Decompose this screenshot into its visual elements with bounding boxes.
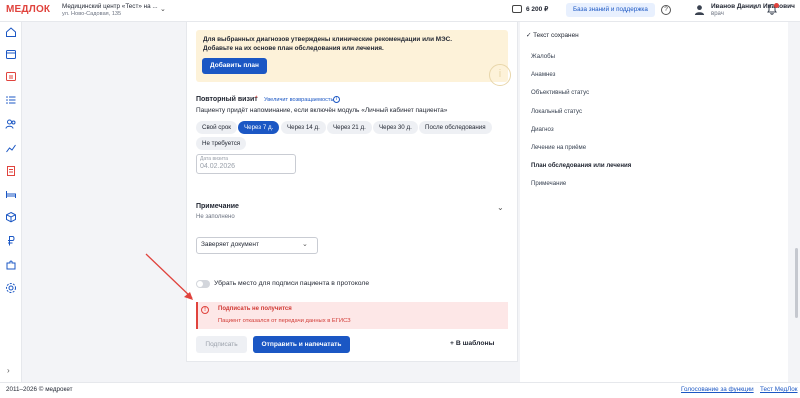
revisit-option-after-exam[interactable]: После обследования bbox=[419, 121, 492, 134]
ruble-icon[interactable] bbox=[5, 235, 17, 247]
analytics-icon[interactable] bbox=[5, 142, 17, 154]
page-scrollbar[interactable] bbox=[795, 248, 798, 318]
user-menu-chevron-icon[interactable]: ⌄ bbox=[752, 4, 757, 11]
documents-icon[interactable] bbox=[5, 165, 17, 177]
revisit-option-not-required[interactable]: Не требуется bbox=[196, 137, 247, 150]
increase-return-link[interactable]: Увеличит возвращаемость bbox=[264, 97, 333, 103]
sign-button[interactable]: Подписать bbox=[196, 336, 247, 353]
schedule-icon[interactable] bbox=[5, 70, 17, 82]
add-plan-button[interactable]: Добавить план bbox=[202, 58, 267, 74]
clinic-name[interactable]: Медицинский центр «Тест» на ... bbox=[62, 3, 158, 10]
patients-icon[interactable] bbox=[5, 118, 17, 130]
tasks-icon[interactable] bbox=[5, 94, 17, 106]
footer-copyright: 2011–2026 © медрокет bbox=[6, 386, 73, 393]
banner-text: Для выбранных диагнозов утверждены клини… bbox=[203, 36, 453, 52]
box-icon[interactable] bbox=[5, 211, 17, 223]
note-status: Не заполнено bbox=[196, 214, 235, 220]
revisit-description: Пациенту придёт напоминание, если включё… bbox=[196, 107, 448, 114]
test-medlok-link[interactable]: Тест МедЛок bbox=[760, 386, 798, 393]
visit-date-label: Дата визита bbox=[200, 156, 229, 162]
nav-note[interactable]: Примечание bbox=[531, 180, 566, 187]
note-title[interactable]: Примечание bbox=[196, 203, 239, 210]
clinic-chevron-down-icon[interactable]: ⌄ bbox=[160, 5, 166, 13]
nav-local-status[interactable]: Локальный статус bbox=[531, 108, 582, 115]
knowledge-base-button[interactable]: База знаний и поддержка bbox=[566, 3, 655, 17]
home-icon[interactable] bbox=[5, 26, 17, 38]
info-icon[interactable]: i bbox=[333, 96, 340, 103]
settings-puzzle-icon[interactable] bbox=[5, 259, 17, 271]
nav-objective-status[interactable]: Объективный статус bbox=[531, 89, 589, 96]
nav-exam-plan[interactable]: План обследования или лечения bbox=[531, 162, 631, 169]
help-icon[interactable]: ? bbox=[661, 5, 671, 15]
user-avatar-icon[interactable] bbox=[694, 4, 705, 15]
visit-date-value[interactable]: 04.02.2026 bbox=[200, 163, 235, 170]
remove-signature-label[interactable]: Убрать место для подписи пациента в прот… bbox=[214, 280, 369, 287]
send-and-print-button[interactable]: Отправить и напечатать bbox=[253, 336, 350, 353]
notification-badge bbox=[774, 3, 779, 8]
sidebar-expand-icon[interactable]: › bbox=[7, 366, 10, 375]
nav-diagnosis[interactable]: Диагноз bbox=[531, 126, 554, 133]
gear-icon[interactable] bbox=[5, 282, 17, 294]
vote-features-link[interactable]: Голосование за функции bbox=[681, 386, 754, 393]
bed-icon[interactable] bbox=[5, 188, 17, 200]
chevron-down-icon[interactable]: ⌄ bbox=[302, 240, 308, 248]
revisit-option-21-days[interactable]: Через 21 д. bbox=[327, 121, 372, 134]
revisit-option-7-days[interactable]: Через 7 д. bbox=[238, 121, 280, 134]
nav-complaints[interactable]: Жалобы bbox=[531, 53, 555, 60]
required-marker: * bbox=[255, 95, 258, 102]
wallet-icon bbox=[512, 5, 522, 13]
section-navigator bbox=[520, 22, 788, 382]
revisit-option-14-days[interactable]: Через 14 д. bbox=[281, 121, 326, 134]
calendar-icon[interactable] bbox=[5, 48, 17, 60]
certifier-select-value[interactable]: Заверяет документ bbox=[201, 241, 259, 248]
saved-status: ✓ Текст сохранен bbox=[526, 32, 579, 39]
revisit-option-custom[interactable]: Свой срок bbox=[196, 121, 237, 134]
error-description: Пациент отказался от передачи данных в Е… bbox=[218, 318, 351, 324]
add-to-templates-button[interactable]: + В шаблоны bbox=[450, 340, 494, 347]
info-watermark-icon: i bbox=[489, 64, 511, 86]
revisit-option-30-days[interactable]: Через 30 д. bbox=[373, 121, 418, 134]
nav-anamnesis[interactable]: Анамнез bbox=[531, 71, 555, 78]
nav-treatment[interactable]: Лечение на приёме bbox=[531, 144, 586, 151]
account-balance[interactable]: 6 200 ₽ bbox=[526, 5, 548, 13]
revisit-title: Повторный визит bbox=[196, 96, 258, 103]
note-expand-chevron-icon[interactable]: ⌄ bbox=[497, 203, 504, 212]
annotation-arrow bbox=[145, 253, 193, 300]
app-logo[interactable]: МЕДЛОК bbox=[6, 4, 50, 15]
error-icon: ! bbox=[201, 306, 209, 314]
footer bbox=[0, 382, 800, 398]
user-role: врач bbox=[711, 11, 724, 17]
clinic-address: ул. Ново-Садовая, 135 bbox=[62, 11, 122, 17]
error-title: Подписать не получится bbox=[218, 306, 292, 312]
